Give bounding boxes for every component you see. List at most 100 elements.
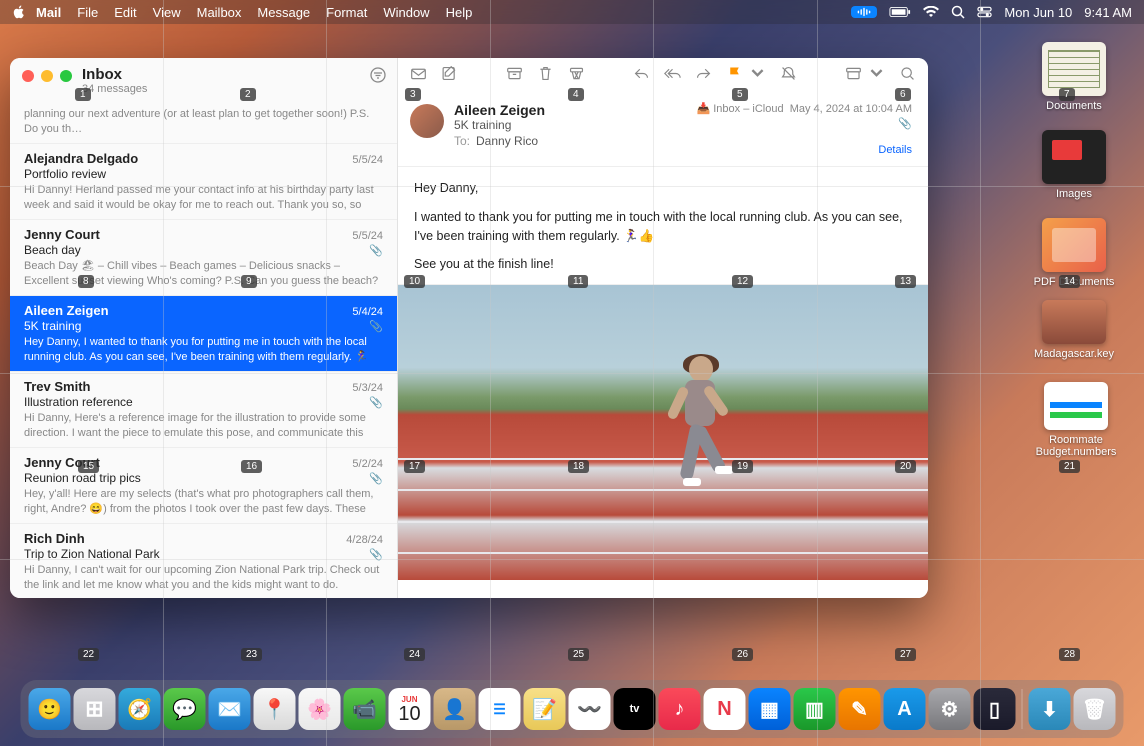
- move-icon[interactable]: [845, 65, 862, 87]
- dock-trash[interactable]: 🗑: [1074, 688, 1116, 730]
- message-row[interactable]: planning our next adventure (or at least…: [10, 101, 397, 144]
- header-subject: 5K training: [454, 118, 686, 132]
- grid-marker: 26: [732, 648, 753, 661]
- dock-keynote[interactable]: ▦: [749, 688, 791, 730]
- new-message-icon[interactable]: [441, 65, 458, 87]
- menu-mailbox[interactable]: Mailbox: [197, 5, 242, 20]
- grid-marker: 23: [241, 648, 262, 661]
- message-list-pane: Inbox 34 messages planning our next adve…: [10, 58, 398, 598]
- menu-help[interactable]: Help: [446, 5, 473, 20]
- menu-app[interactable]: Mail: [36, 5, 61, 20]
- message-row[interactable]: Jenny Court5/5/24Beach day📎Beach Day 🏖 –…: [10, 220, 397, 296]
- forward-icon[interactable]: [695, 65, 712, 87]
- menu-edit[interactable]: Edit: [114, 5, 136, 20]
- dock-mail[interactable]: ✉️: [209, 688, 251, 730]
- mailbox-count: 34 messages: [82, 83, 147, 95]
- menu-format[interactable]: Format: [326, 5, 367, 20]
- junk-icon[interactable]: [568, 65, 585, 87]
- dock-numbers[interactable]: ▥: [794, 688, 836, 730]
- filter-icon[interactable]: [369, 66, 387, 89]
- desktop-folder-images[interactable]: Images: [1032, 130, 1116, 200]
- reply-all-icon[interactable]: [664, 65, 681, 87]
- move-chevron-icon[interactable]: [868, 65, 885, 87]
- dock: 🙂 ⊞ 🧭 💬 ✉️ 📍 🌸 📹 JUN10 👤 ☰ 📝 〰️ tv ♪ N ▦…: [21, 680, 1124, 738]
- message-row[interactable]: Rich Dinh4/28/24Trip to Zion National Pa…: [10, 524, 397, 598]
- dock-pages[interactable]: ✎: [839, 688, 881, 730]
- mute-icon[interactable]: [780, 65, 797, 87]
- close-button[interactable]: [22, 70, 34, 82]
- desktop-label: Madagascar.key: [1032, 348, 1116, 360]
- dock-messages[interactable]: 💬: [164, 688, 206, 730]
- runner-figure: [663, 356, 743, 556]
- message-row[interactable]: Jenny Court5/2/24Reunion road trip pics📎…: [10, 448, 397, 524]
- desktop-file-numbers[interactable]: Roommate Budget.numbers: [1034, 382, 1118, 458]
- header-location: 📥 Inbox – iCloud May 4, 2024 at 10:04 AM: [696, 102, 912, 115]
- desktop-label: PDF Documents: [1032, 276, 1116, 288]
- dock-safari[interactable]: 🧭: [119, 688, 161, 730]
- dock-photos[interactable]: 🌸: [299, 688, 341, 730]
- voice-control-icon[interactable]: [851, 6, 877, 18]
- dock-freeform[interactable]: 〰️: [569, 688, 611, 730]
- flag-icon[interactable]: [726, 65, 743, 87]
- dock-launchpad[interactable]: ⊞: [74, 688, 116, 730]
- message-row[interactable]: Alejandra Delgado5/5/24Portfolio reviewH…: [10, 144, 397, 220]
- grid-marker: 21: [1059, 460, 1080, 473]
- archive-icon[interactable]: [506, 65, 523, 87]
- dock-reminders[interactable]: ☰: [479, 688, 521, 730]
- menu-message[interactable]: Message: [257, 5, 310, 20]
- details-link[interactable]: Details: [696, 144, 912, 156]
- message-view-pane: Aileen Zeigen 5K training To:Danny Rico …: [398, 58, 928, 598]
- dock-downloads[interactable]: ⬇: [1029, 688, 1071, 730]
- dock-appstore[interactable]: A: [884, 688, 926, 730]
- dock-settings[interactable]: ⚙: [929, 688, 971, 730]
- dock-calendar[interactable]: JUN10: [389, 688, 431, 730]
- dock-news[interactable]: N: [704, 688, 746, 730]
- menu-file[interactable]: File: [77, 5, 98, 20]
- dock-facetime[interactable]: 📹: [344, 688, 386, 730]
- menubar-date[interactable]: Mon Jun 10: [1004, 5, 1072, 20]
- battery-icon[interactable]: [889, 6, 911, 18]
- desktop-folder-pdf[interactable]: PDF Documents: [1032, 218, 1116, 288]
- body-line: I wanted to thank you for putting me in …: [414, 208, 912, 246]
- grid-marker: 27: [895, 648, 916, 661]
- control-center-icon[interactable]: [977, 6, 992, 18]
- sender-avatar[interactable]: [410, 104, 444, 138]
- toolbar: [398, 58, 928, 94]
- mail-window: Inbox 34 messages planning our next adve…: [10, 58, 928, 598]
- body-line: See you at the finish line!: [414, 255, 912, 274]
- message-row[interactable]: Aileen Zeigen5/4/245K training📎Hey Danny…: [10, 296, 397, 372]
- desktop-label: Images: [1032, 188, 1116, 200]
- menubar-time[interactable]: 9:41 AM: [1084, 5, 1132, 20]
- reply-icon[interactable]: [633, 65, 650, 87]
- wifi-icon[interactable]: [923, 6, 939, 18]
- flag-chevron-icon[interactable]: [749, 65, 766, 87]
- search-icon[interactable]: [899, 65, 916, 87]
- minimize-button[interactable]: [41, 70, 53, 82]
- dock-notes[interactable]: 📝: [524, 688, 566, 730]
- compose-icon[interactable]: [410, 65, 427, 87]
- menu-window[interactable]: Window: [383, 5, 429, 20]
- dock-separator: [1022, 689, 1023, 729]
- attachment-icon[interactable]: 📎: [696, 117, 912, 130]
- trash-icon[interactable]: [537, 65, 554, 87]
- dock-finder[interactable]: 🙂: [29, 688, 71, 730]
- dock-maps[interactable]: 📍: [254, 688, 296, 730]
- dock-tv[interactable]: tv: [614, 688, 656, 730]
- zoom-button[interactable]: [60, 70, 72, 82]
- mailbox-title: Inbox: [82, 66, 147, 83]
- message-image: [398, 284, 928, 580]
- menubar: Mail File Edit View Mailbox Message Form…: [0, 0, 1144, 24]
- dock-iphone-mirror[interactable]: ▯: [974, 688, 1016, 730]
- menu-view[interactable]: View: [153, 5, 181, 20]
- desktop-folder-documents[interactable]: Documents: [1032, 42, 1116, 112]
- message-row[interactable]: Trev Smith5/3/24Illustration reference📎H…: [10, 372, 397, 448]
- desktop-file-keynote[interactable]: Madagascar.key: [1032, 300, 1116, 360]
- grid-marker: 28: [1059, 648, 1080, 661]
- spotlight-icon[interactable]: [951, 5, 965, 19]
- dock-music[interactable]: ♪: [659, 688, 701, 730]
- dock-contacts[interactable]: 👤: [434, 688, 476, 730]
- message-body: Hey Danny, I wanted to thank you for put…: [398, 167, 928, 580]
- grid-marker: 24: [404, 648, 425, 661]
- desktop-label: Documents: [1032, 100, 1116, 112]
- apple-logo-icon[interactable]: [12, 5, 26, 19]
